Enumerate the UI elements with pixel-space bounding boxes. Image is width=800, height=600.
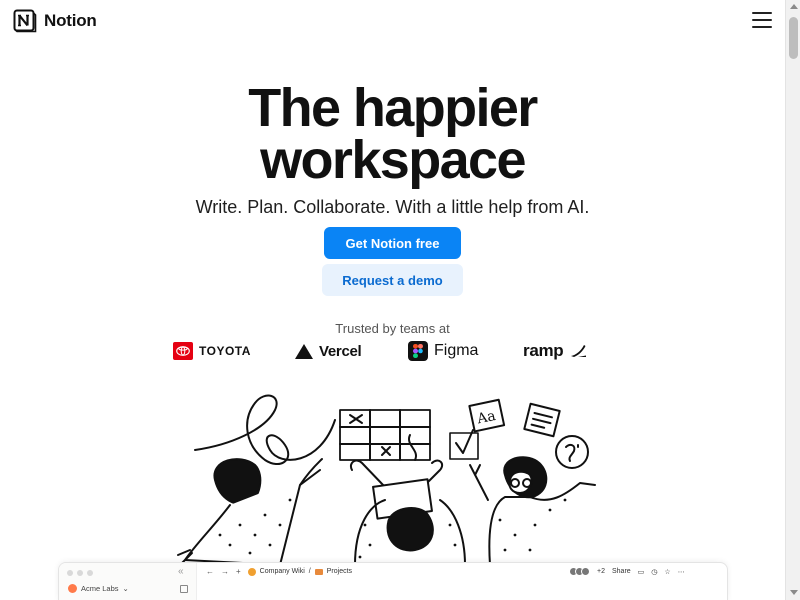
vercel-triangle-icon (295, 343, 313, 359)
preview-sidebar: « Acme Labs ⌄ (59, 563, 197, 600)
figma-logo: Figma (408, 340, 478, 362)
breadcrumb: Company Wiki / Projects (247, 567, 352, 576)
scroll-thumb[interactable] (789, 17, 798, 59)
new-page-icon[interactable] (180, 585, 188, 593)
customer-logos: TOYOTA Vercel Figma ramp (0, 340, 785, 362)
wiki-icon (247, 567, 256, 576)
chevron-down-icon: ⌄ (122, 584, 129, 593)
ramp-name: ramp (523, 341, 564, 360)
back-arrow-icon[interactable]: ← (206, 567, 214, 576)
forward-arrow-icon[interactable]: → (221, 567, 229, 576)
vercel-name: Vercel (319, 342, 362, 360)
hero-illustration: Aa (177, 394, 596, 565)
hero-title-line-2: workspace (260, 130, 526, 190)
comment-icon[interactable]: ▭ (638, 568, 645, 576)
scroll-up-arrow-icon[interactable] (790, 4, 798, 9)
hero-title-line-1: The happier (248, 78, 538, 138)
breadcrumb-separator: / (308, 568, 311, 575)
favorite-star-icon[interactable]: ☆ (664, 568, 670, 576)
toyota-logo: TOYOTA (173, 340, 251, 362)
app-preview-window: « Acme Labs ⌄ ← → + Company Wiki / Proje… (58, 562, 728, 600)
toyota-name: TOYOTA (199, 344, 251, 358)
breadcrumb-company-wiki[interactable]: Company Wiki (260, 568, 305, 575)
collaborator-avatars[interactable] (569, 567, 590, 576)
figma-icon (408, 341, 428, 361)
workspace-switcher[interactable]: Acme Labs ⌄ (68, 584, 129, 593)
top-navigation: Notion (0, 0, 785, 44)
folder-icon (314, 568, 323, 575)
extra-collaborators-count: +2 (597, 568, 605, 575)
ramp-swoosh-icon (571, 345, 587, 357)
logo-text: Notion (44, 11, 97, 30)
breadcrumb-projects[interactable]: Projects (327, 568, 352, 575)
add-icon[interactable]: + (236, 567, 241, 576)
trusted-by-label: Trusted by teams at (335, 321, 450, 336)
window-controls (67, 570, 93, 576)
share-button[interactable]: Share (612, 568, 631, 575)
notion-logo-icon (13, 9, 37, 33)
preview-actions: +2 Share ▭ ◷ ☆ ⋯ (569, 567, 685, 576)
toyota-emblem-icon (173, 342, 193, 360)
figma-name: Figma (434, 342, 479, 359)
preview-topbar: ← → + Company Wiki / Projects (206, 567, 352, 576)
history-icon[interactable]: ◷ (651, 568, 657, 576)
get-notion-free-button[interactable]: Get Notion free (324, 227, 461, 259)
notion-logo-link[interactable]: Notion (13, 9, 97, 33)
workspace-avatar (68, 584, 77, 593)
collapse-sidebar-icon[interactable]: « (178, 566, 184, 577)
more-options-icon[interactable]: ⋯ (678, 568, 685, 576)
vercel-logo: Vercel (295, 340, 362, 362)
scrollbar[interactable] (785, 0, 800, 600)
workspace-name: Acme Labs (81, 584, 119, 593)
hero-title: The happier workspace (0, 81, 785, 187)
hero-subtitle: Write. Plan. Collaborate. With a little … (195, 197, 590, 217)
ramp-logo: ramp (523, 340, 587, 362)
hamburger-menu-icon[interactable] (752, 12, 772, 28)
request-demo-button[interactable]: Request a demo (322, 264, 463, 296)
scroll-down-arrow-icon[interactable] (790, 590, 798, 595)
